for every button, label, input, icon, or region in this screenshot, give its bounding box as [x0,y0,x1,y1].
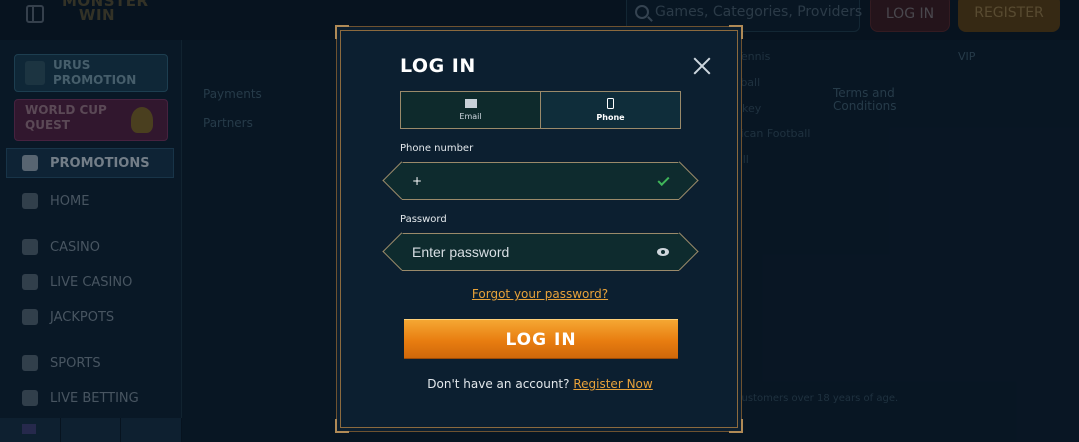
login-submit-button[interactable]: LOG IN [404,319,678,359]
tab-phone[interactable]: Phone [540,92,680,128]
register-now-link[interactable]: Register Now [573,377,652,391]
eye-icon[interactable] [657,248,669,256]
phone-field: + [402,162,679,200]
phone-label: Phone number [400,143,474,154]
close-icon[interactable] [693,57,711,75]
mail-icon [464,99,477,108]
tab-email[interactable]: Email [401,92,540,128]
frame-corner [335,419,349,433]
frame-corner [729,419,743,433]
login-submit-label: LOG IN [505,330,577,350]
login-modal: LOG IN Email Phone Phone number + Passwo… [335,25,743,433]
check-icon [657,173,670,186]
phone-icon [607,98,614,109]
password-label: Password [400,214,447,225]
modal-title: LOG IN [400,55,476,77]
frame-corner [729,25,743,39]
frame-corner [335,25,349,39]
phone-prefix: + [412,174,423,188]
password-input[interactable] [412,244,657,260]
signup-prompt: Don't have an account? Register Now [427,377,653,391]
login-method-tabs: Email Phone [400,91,681,129]
password-field [402,233,679,271]
forgot-password-link[interactable]: Forgot your password? [341,287,739,301]
phone-input[interactable] [426,173,658,189]
